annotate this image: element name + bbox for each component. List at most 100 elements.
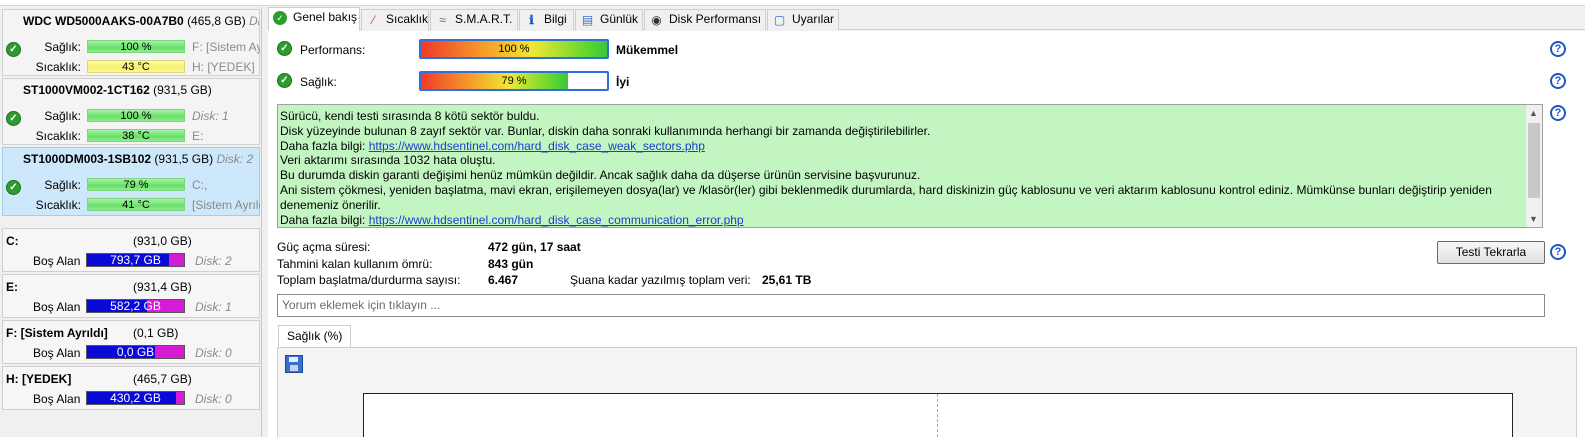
smart-icon: ≈: [439, 13, 446, 27]
volume-ref: Disk: 1: [192, 109, 229, 123]
health-bar: 79 %: [419, 71, 609, 91]
health-label: Sağlık:: [44, 178, 81, 192]
volume-ref: H: [YEDEK]: [192, 60, 255, 74]
thermometer-icon: ⁄: [372, 13, 375, 27]
free-space-bar: 0,0 GB: [86, 345, 185, 359]
disk-size: (465,8 GB): [187, 14, 246, 28]
temperature-label: Sıcaklık:: [35, 198, 81, 212]
disk-item-selected[interactable]: ST1000DM003-1SB102 (931,5 GB) Disk: 2 ✓ …: [2, 147, 260, 216]
volume-name: E:: [6, 280, 18, 294]
weak-sectors-link[interactable]: https://www.hdsentinel.com/hard_disk_cas…: [369, 139, 705, 153]
tab-smart[interactable]: ≈ S.M.A.R.T.: [430, 9, 518, 30]
disk-health-row: Sağlık: 79 % C:,: [3, 178, 261, 192]
free-space-label: Boş Alan: [33, 300, 81, 314]
gauge-icon: ◉: [651, 13, 662, 27]
scroll-up-icon[interactable]: ▲: [1529, 108, 1538, 118]
disk-temp-row: Sıcaklık: 38 °C E:: [3, 129, 261, 143]
volume-item[interactable]: E: (931,4 GB) Boş Alan 582,2 GB Disk: 1: [2, 274, 260, 318]
volume-item[interactable]: H: [YEDEK] (465,7 GB) Boş Alan 430,2 GB …: [2, 366, 260, 410]
volume-size: (931,0 GB): [133, 234, 192, 248]
health-chart-panel: [277, 347, 1577, 437]
disk-health-row: Sağlık: 100 % Disk: 1: [3, 109, 261, 123]
help-icon[interactable]: ?: [1550, 41, 1566, 57]
message-line: Sürücü, kendi testi sırasında 8 kötü sek…: [280, 109, 540, 123]
remaining-life-value: 843 gün: [488, 257, 534, 271]
health-rating: İyi: [616, 75, 630, 89]
volume-item[interactable]: C: (931,0 GB) Boş Alan 793,7 GB Disk: 2: [2, 228, 260, 272]
tab-info[interactable]: ℹ Bilgi: [519, 9, 574, 30]
retest-button[interactable]: Testi Tekrarla: [1437, 241, 1545, 264]
performance-ok-icon: ✓: [277, 41, 292, 56]
free-space-bar: 582,2 GB: [86, 299, 185, 313]
volume-name: F: [Sistem Ayrıldı]: [6, 326, 108, 340]
volume-size: (0,1 GB): [133, 326, 179, 340]
help-icon[interactable]: ?: [1550, 244, 1566, 260]
tab-temperature[interactable]: ⁄ Sıcaklık: [361, 9, 429, 30]
temperature-bar: 41 °C: [87, 198, 185, 211]
health-label: Sağlık:: [44, 109, 81, 123]
help-icon[interactable]: ?: [1550, 73, 1566, 89]
volume-disk: Disk: 0: [195, 346, 232, 360]
disk-temp-row: Sıcaklık: 41 °C [Sistem Ayrıld: [3, 198, 261, 212]
written-value: 25,61 TB: [762, 273, 812, 287]
comment-input[interactable]: Yorum eklemek için tıklayın ...: [277, 294, 1545, 317]
volume-ref: C:,: [192, 178, 208, 192]
message-line: Disk yüzeyinde bulunan 8 zayıf sektör va…: [280, 123, 931, 138]
disk-item[interactable]: WDC WD5000AAKS-00A7B0 (465,8 GB) Dis ✓ S…: [2, 9, 260, 76]
remaining-life-label: Tahmini kalan kullanım ömrü:: [277, 257, 433, 271]
health-ok-icon: ✓: [277, 73, 292, 88]
performance-bar: 100 %: [419, 39, 609, 59]
volume-item[interactable]: F: [Sistem Ayrıldı] (0,1 GB) Boş Alan 0,…: [2, 320, 260, 364]
disk-health-row: Sağlık: 100 % F: [Sistem Ay: [3, 40, 261, 54]
written-label: Şuana kadar yazılmış toplam veri:: [570, 273, 751, 287]
start-stop-value: 6.467: [488, 273, 519, 287]
message-scrollbar[interactable]: ▲ ▼: [1525, 105, 1542, 227]
tab-log[interactable]: ▤ Günlük: [575, 9, 643, 30]
volume-ref: E:: [192, 129, 204, 143]
volume-disk: Disk: 1: [195, 300, 232, 314]
temperature-bar: 38 °C: [87, 129, 185, 142]
tab-alerts[interactable]: ▢ Uyarılar: [767, 9, 839, 30]
tab-overview[interactable]: ✓ Genel bakış: [268, 7, 360, 31]
disk-model: ST1000DM003-1SB102: [23, 152, 152, 166]
check-circle-icon: ✓: [273, 11, 287, 25]
disk-model: WDC WD5000AAKS-00A7B0: [23, 14, 184, 28]
communication-error-link[interactable]: https://www.hdsentinel.com/hard_disk_cas…: [369, 213, 744, 227]
log-document-icon: ▤: [581, 13, 594, 27]
volume-name: H: [YEDEK]: [6, 372, 72, 386]
message-line: Veri aktarımı sırasında 1032 hata oluştu…: [280, 153, 496, 168]
volume-ref: [Sistem Ayrıld: [192, 198, 260, 212]
health-bar: 79 %: [87, 178, 185, 191]
help-icon[interactable]: ?: [1550, 105, 1566, 121]
scrollbar-thumb[interactable]: [1528, 123, 1540, 198]
scroll-down-icon[interactable]: ▼: [1529, 214, 1538, 224]
health-bar: 100 %: [87, 40, 185, 53]
message-line: Bu durumda diskin garanti değişimi henüz…: [280, 168, 921, 183]
disk-model: ST1000VM002-1CT162: [23, 83, 150, 97]
disk-size: (931,5 GB): [154, 152, 214, 166]
volume-disk: Disk: 2: [195, 254, 232, 268]
volume-size: (931,4 GB): [133, 280, 192, 294]
free-space-label: Boş Alan: [33, 392, 81, 406]
volume-disk: Disk: 0: [195, 392, 232, 406]
disk-temp-row: Sıcaklık: 43 °C H: [YEDEK]: [3, 60, 261, 74]
free-space-bar: 793,7 GB: [86, 253, 185, 267]
volume-size: (465,7 GB): [133, 372, 192, 386]
disk-item[interactable]: ST1000VM002-1CT162 (931,5 GB) ✓ Sağlık: …: [2, 78, 260, 145]
performance-rating: Mükemmel: [616, 43, 679, 57]
temperature-label: Sıcaklık:: [35, 60, 81, 74]
tab-health-chart[interactable]: Sağlık (%): [278, 325, 352, 347]
temperature-bar: 43 °C: [87, 60, 185, 73]
disk-list-panel: WDC WD5000AAKS-00A7B0 (465,8 GB) Dis ✓ S…: [0, 7, 262, 437]
power-on-value: 472 gün, 17 saat: [488, 240, 581, 254]
save-icon[interactable]: [285, 355, 303, 373]
free-space-bar: 430,2 GB: [86, 391, 185, 405]
free-space-label: Boş Alan: [33, 254, 81, 268]
overview-panel: ✓ Performans: 100 % Mükemmel ? ✓ Sağlık:…: [268, 31, 1585, 437]
status-message-box: Sürücü, kendi testi sırasında 8 kötü sek…: [277, 104, 1543, 228]
tab-disk-performance[interactable]: ◉ Disk Performansı: [644, 9, 766, 30]
health-chart-area: [363, 393, 1513, 437]
message-line: Ani sistem çökmesi, yeniden başlatma, ma…: [280, 182, 1492, 212]
disk-size: (931,5 GB): [153, 83, 212, 97]
health-bar: 100 %: [87, 109, 185, 122]
